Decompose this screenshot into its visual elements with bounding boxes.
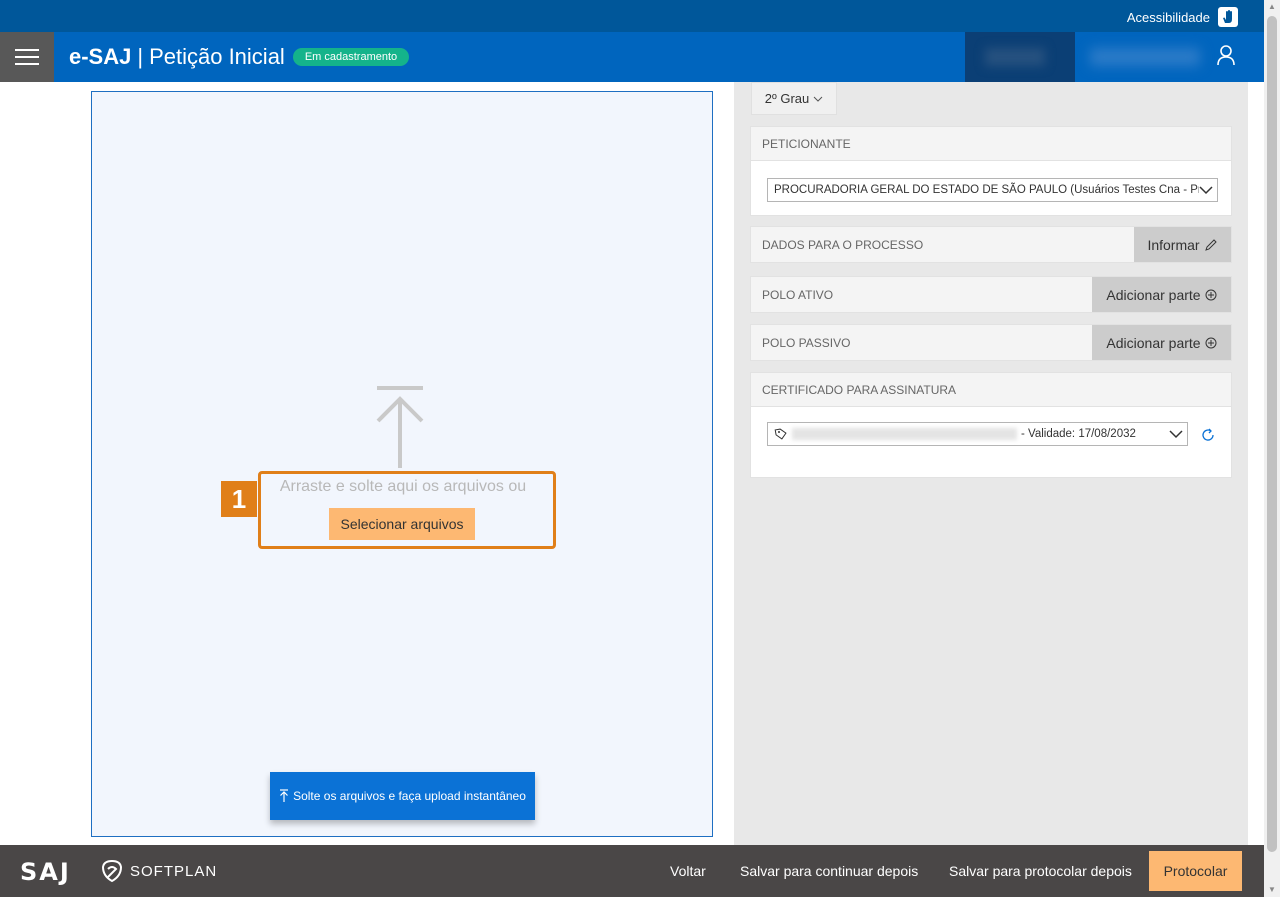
softplan-shield-icon (101, 859, 123, 883)
peticionante-header: PETICIONANTE (751, 127, 1231, 161)
accessibility-label: Acessibilidade (1126, 9, 1210, 25)
protocolar-button[interactable]: Protocolar (1149, 851, 1242, 891)
dados-processo-row: DADOS PARA O PROCESSO Informar (750, 226, 1232, 263)
scroll-thumb[interactable] (1267, 16, 1277, 852)
upload-icon (280, 789, 289, 802)
peticionante-value: PROCURADORIA GERAL DO ESTADO DE SÃO PAUL… (774, 184, 1209, 196)
page-title: e-SAJ | Petição Inicial Em cadastramento (69, 44, 410, 70)
brand-name: e-SAJ (69, 44, 132, 69)
accessibility-link[interactable]: Acessibilidade (1127, 7, 1238, 27)
certificado-header: CERTIFICADO PARA ASSINATURA (751, 373, 1231, 407)
app-header: e-SAJ | Petição Inicial Em cadastramento (0, 32, 1264, 82)
hamburger-menu-icon[interactable] (0, 32, 54, 82)
saj-logo: SAJ (20, 858, 71, 886)
chevron-down-icon (1199, 184, 1213, 196)
plus-circle-icon (1205, 337, 1217, 348)
brand-separator: | (137, 44, 144, 69)
peticionante-card: PETICIONANTE PROCURADORIA GERAL DO ESTAD… (750, 126, 1232, 216)
certificado-validade: - Validade: 17/08/2032 (1021, 428, 1136, 440)
pencil-icon (1204, 238, 1217, 251)
page-scrollbar[interactable]: ▲ ▼ (1264, 0, 1280, 897)
user-icon[interactable] (1216, 44, 1236, 68)
instant-upload-label: Solte os arquivos e faça upload instantâ… (293, 789, 526, 803)
softplan-logo-text: SOFTPLAN (130, 862, 218, 880)
petition-details-panel: 2º Grau PETICIONANTE PROCURADORIA GERAL … (734, 82, 1248, 845)
salvar-protocolar-button[interactable]: Salvar para protocolar depois (949, 863, 1132, 879)
dados-processo-label: DADOS PARA O PROCESSO (762, 238, 924, 252)
chevron-down-icon (1169, 428, 1183, 440)
certificado-holder-blurred (792, 428, 1017, 440)
voltar-button[interactable]: Voltar (670, 863, 706, 879)
accessibility-bar: Acessibilidade (0, 0, 1264, 32)
user-organization-blurred (965, 32, 1075, 82)
tutorial-step-badge: 1 (221, 481, 257, 517)
grau-selector[interactable]: 2º Grau (751, 82, 837, 115)
polo-passivo-add-button[interactable]: Adicionar parte (1092, 325, 1231, 360)
file-drop-zone[interactable]: Arraste e solte aqui os arquivos ou Sele… (91, 91, 713, 837)
polo-ativo-label: POLO ATIVO (762, 288, 834, 302)
tutorial-highlight (258, 471, 556, 549)
hand-sign-icon (1218, 7, 1238, 27)
plus-circle-icon (1205, 289, 1217, 300)
polo-passivo-label: POLO PASSIVO (762, 336, 851, 350)
scroll-up-icon[interactable]: ▲ (1264, 0, 1280, 14)
informar-button[interactable]: Informar (1134, 227, 1231, 262)
refresh-icon[interactable] (1201, 428, 1215, 442)
page-title-text: Petição Inicial (149, 44, 285, 69)
user-name-blurred (1090, 48, 1200, 66)
scroll-down-icon[interactable]: ▼ (1264, 883, 1280, 897)
peticionante-select[interactable]: PROCURADORIA GERAL DO ESTADO DE SÃO PAUL… (767, 178, 1218, 202)
polo-ativo-add-label: Adicionar parte (1106, 286, 1201, 303)
chevron-down-icon (813, 96, 823, 102)
certificado-card: CERTIFICADO PARA ASSINATURA - Validade: … (750, 372, 1232, 478)
status-badge: Em cadastramento (292, 48, 410, 66)
polo-passivo-add-label: Adicionar parte (1106, 334, 1201, 351)
instant-upload-button[interactable]: Solte os arquivos e faça upload instantâ… (270, 772, 535, 820)
polo-ativo-row: POLO ATIVO Adicionar parte (750, 276, 1232, 313)
grau-label: 2º Grau (764, 91, 810, 106)
softplan-logo: SOFTPLAN (100, 859, 217, 883)
upload-arrow-icon (376, 386, 424, 468)
salvar-continuar-button[interactable]: Salvar para continuar depois (740, 863, 918, 879)
informar-label: Informar (1147, 236, 1200, 253)
polo-ativo-add-button[interactable]: Adicionar parte (1092, 277, 1231, 312)
certificado-select[interactable]: - Validade: 17/08/2032 (767, 422, 1188, 446)
tag-icon (774, 428, 787, 440)
polo-passivo-row: POLO PASSIVO Adicionar parte (750, 324, 1232, 361)
footer-bar: SAJ SOFTPLAN Voltar Salvar para continua… (0, 845, 1264, 897)
